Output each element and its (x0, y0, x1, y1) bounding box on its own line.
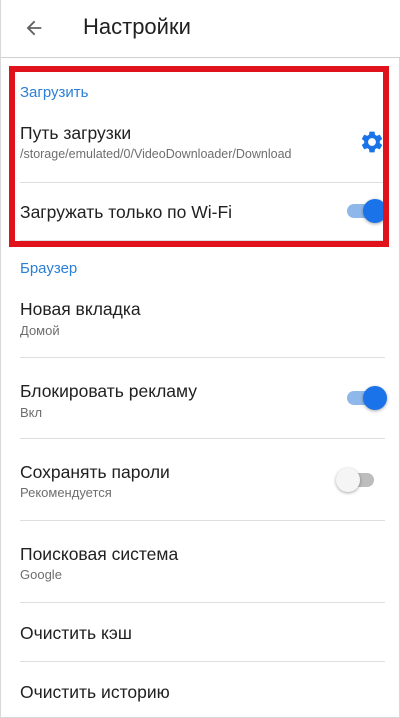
block-ads-title: Блокировать рекламу (20, 381, 198, 401)
search-engine-row[interactable]: Поисковая система Google (1, 521, 400, 601)
block-ads-toggle[interactable] (347, 386, 387, 410)
download-path-title: Путь загрузки (20, 123, 132, 143)
arrow-left-icon (26, 20, 42, 36)
search-engine-title: Поисковая система (20, 544, 179, 564)
clear-history-row[interactable]: Очистить историю (1, 662, 400, 718)
wifi-only-title: Загружать только по Wi-Fi (20, 202, 233, 222)
block-ads-row[interactable]: Блокировать рекламу Вкл (1, 358, 400, 438)
page-title: Настройки (83, 14, 191, 39)
new-tab-value: Домой (20, 323, 60, 338)
download-path-row[interactable]: Путь загрузки /storage/emulated/0/VideoD… (1, 110, 400, 180)
block-ads-value: Вкл (20, 405, 43, 420)
gear-icon[interactable] (359, 129, 385, 155)
clear-cache-row[interactable]: Очистить кэш (1, 603, 400, 661)
save-passwords-value: Рекомендуется (20, 485, 112, 500)
toggle-thumb (363, 386, 387, 410)
clear-cache-title: Очистить кэш (20, 623, 132, 643)
app-bar: Настройки (1, 0, 400, 58)
section-header-download: Загрузить (20, 84, 89, 101)
save-passwords-toggle[interactable] (336, 468, 376, 492)
new-tab-title: Новая вкладка (20, 299, 141, 319)
back-button[interactable] (15, 10, 53, 46)
section-header-browser: Браузер (20, 260, 78, 277)
wifi-only-row[interactable]: Загружать только по Wi-Fi (1, 183, 400, 239)
download-path-value: /storage/emulated/0/VideoDownloader/Down… (20, 147, 292, 161)
screen: Настройки Загрузить Путь загрузки /stora… (0, 0, 400, 718)
toggle-thumb (336, 468, 360, 492)
divider (20, 240, 385, 241)
clear-history-title: Очистить историю (20, 682, 170, 702)
wifi-only-toggle[interactable] (347, 199, 387, 223)
save-passwords-title: Сохранять пароли (20, 462, 170, 482)
new-tab-row[interactable]: Новая вкладка Домой (1, 286, 400, 356)
toggle-thumb (363, 199, 387, 223)
search-engine-value: Google (20, 567, 62, 582)
